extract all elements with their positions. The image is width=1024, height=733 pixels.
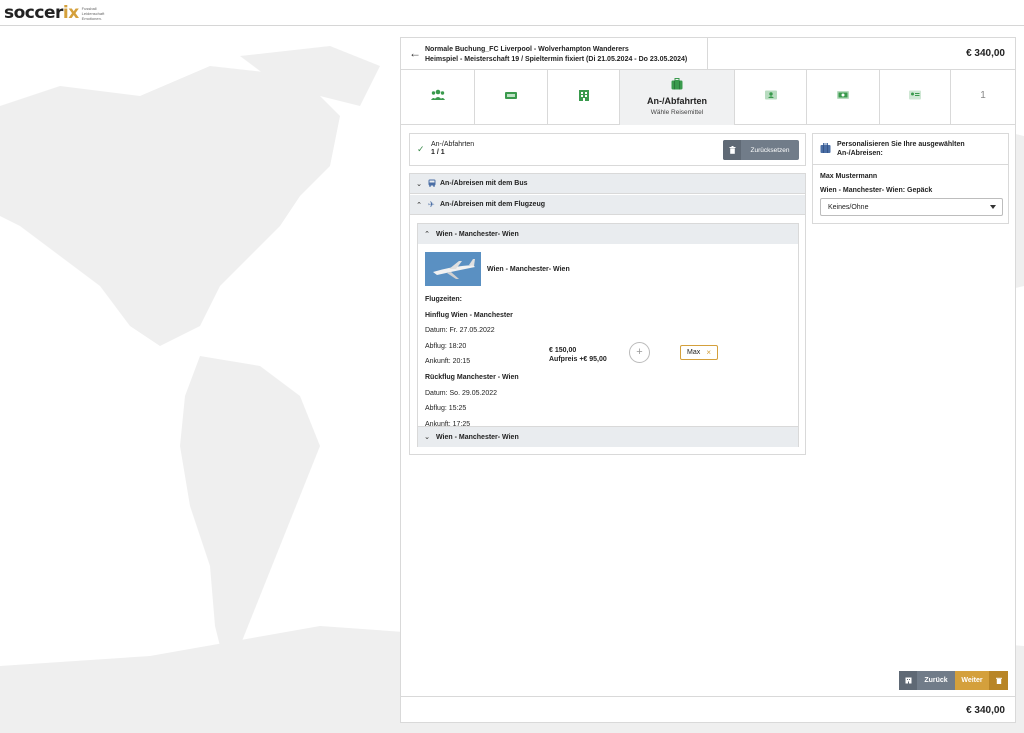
accordion-bus-label: An-/Abreisen mit dem Bus	[440, 180, 528, 187]
logo-tagline: Fussball Leidenschaft Emotionen.	[81, 5, 105, 21]
outbound-date: Datum: Fr. 27.05.2022	[425, 327, 495, 335]
flight-group-header-2-label: Wien - Manchester- Wien	[436, 433, 519, 441]
booking-panel: ← Normale Buchung_FC Liverpool - Wolverh…	[400, 37, 1016, 723]
hotel-icon	[578, 90, 589, 101]
step-personal-data[interactable]	[735, 70, 807, 125]
flight-price-value: € 150,00	[549, 347, 577, 354]
outbound-title: Hinflug Wien - Manchester	[425, 311, 513, 319]
accordion-bus[interactable]: ⌄ An-/Abreisen mit dem Bus	[410, 174, 805, 194]
personalize-panel: Personalisieren Sie Ihre ausgewählten An…	[812, 133, 1009, 224]
step-travel[interactable]: An-/Abfahrten Wähle Reisemittel	[620, 70, 735, 125]
brand-logo[interactable]: soccerix Fussball Leidenschaft Emotionen…	[4, 3, 104, 23]
accordion-plane-label: An-/Abreisen mit dem Flugzeug	[440, 201, 546, 208]
save-icon-button[interactable]	[899, 671, 917, 690]
booking-title-line1: Normale Buchung_FC Liverpool - Wolverham…	[425, 46, 629, 53]
luggage-field-label: Wien - Manchester- Wien: Gepäck	[820, 187, 933, 194]
logo-wordmark: soccerix	[4, 3, 79, 23]
reset-button[interactable]: Zurücksetzen	[723, 140, 799, 160]
luggage-icon	[820, 143, 831, 153]
flight-group-header-label: Wien - Manchester- Wien	[436, 230, 519, 238]
plane-icon: ✈	[428, 200, 435, 209]
status-title: An-/Abfahrten	[431, 141, 475, 148]
booking-steps: An-/Abfahrten Wähle Reisemittel 1	[401, 70, 1015, 125]
step-tickets[interactable]	[475, 70, 548, 125]
check-icon: ✓	[417, 144, 425, 154]
flight-group-header[interactable]: ⌃ Wien - Manchester- Wien	[418, 224, 798, 244]
reset-button-label: Zurücksetzen	[750, 146, 790, 154]
step-payment[interactable]	[807, 70, 880, 125]
ticket-icon	[505, 92, 517, 99]
flight-surcharge: Aufpreis +€ 95,00	[549, 356, 607, 363]
footer-total-price: € 340,00	[966, 705, 1005, 716]
booking-header: ← Normale Buchung_FC Liverpool - Wolverh…	[401, 38, 1015, 70]
luggage-select-value: Keines/Ohne	[828, 203, 869, 211]
chevron-up-icon: ⌃	[416, 201, 422, 209]
flight-details: Flugzeiten: Hinflug Wien - Manchester Da…	[425, 292, 519, 432]
step-summary[interactable]	[880, 70, 951, 125]
flight-name: Wien - Manchester- Wien	[487, 266, 570, 273]
navigation-buttons: Zurück Weiter	[899, 671, 1008, 690]
step-travel-label: An-/Abfahrten	[647, 96, 707, 106]
person-card-icon	[764, 90, 777, 100]
airplane-image	[425, 252, 481, 286]
step-info[interactable]: 1	[951, 70, 1015, 125]
step-travel-sublabel: Wähle Reisemittel	[650, 109, 704, 116]
travel-options-list: ⌄ An-/Abreisen mit dem Bus ⌃ ✈ An-/Abrei…	[409, 173, 806, 455]
participant-tag-name: Max	[687, 349, 701, 356]
step-hotel[interactable]	[548, 70, 620, 125]
status-count: 1 / 1	[431, 149, 445, 156]
caret-down-icon	[990, 205, 996, 209]
luggage-icon	[671, 78, 683, 90]
return-title: Rückflug Manchester - Wien	[425, 373, 519, 381]
personalize-header: Personalisieren Sie Ihre ausgewählten An…	[813, 134, 1008, 165]
flight-times-label: Flugzeiten:	[425, 296, 462, 303]
delete-button[interactable]	[989, 671, 1008, 690]
people-icon	[430, 89, 445, 100]
flight-price: € 150,00 Aufpreis +€ 95,00	[549, 346, 607, 364]
info-step-label: 1	[980, 90, 986, 101]
outbound-arrival: Ankunft: 20:15	[425, 358, 471, 366]
building-icon	[905, 677, 911, 684]
header-divider	[707, 38, 708, 70]
personalize-title: Personalisieren Sie Ihre ausgewählten An…	[837, 141, 965, 157]
chevron-down-icon: ⌄	[424, 434, 430, 441]
step-participants[interactable]	[401, 70, 475, 125]
participant-tag: Max ×	[680, 345, 718, 360]
add-participant-button[interactable]: +	[629, 342, 650, 363]
booking-footer: € 340,00	[401, 696, 1015, 722]
return-departure: Abflug: 15:25	[425, 405, 467, 413]
flight-group: ⌃ Wien - Manchester- Wien Wien - Manches…	[417, 223, 799, 447]
person-name: Max Mustermann	[820, 173, 878, 180]
outbound-departure: Abflug: 18:20	[425, 342, 467, 350]
return-date: Datum: So. 29.05.2022	[425, 389, 497, 397]
money-icon	[837, 91, 849, 99]
accordion-plane[interactable]: ⌃ ✈ An-/Abreisen mit dem Flugzeug	[410, 195, 805, 215]
header-total-price: € 340,00	[966, 48, 1005, 59]
luggage-select[interactable]: Keines/Ohne	[820, 198, 1003, 216]
booking-title: Normale Buchung_FC Liverpool - Wolverham…	[425, 45, 687, 65]
back-arrow-icon[interactable]: ←	[409, 46, 421, 60]
close-icon[interactable]: ×	[706, 348, 711, 357]
next-button[interactable]: Weiter	[955, 671, 989, 690]
chevron-up-icon: ⌃	[424, 231, 430, 238]
id-card-icon	[909, 90, 921, 100]
flight-group-header-2[interactable]: ⌄ Wien - Manchester- Wien	[418, 426, 798, 447]
back-button[interactable]: Zurück	[917, 671, 955, 690]
bus-icon	[428, 179, 440, 189]
booking-title-line2: Heimspiel - Meisterschaft 19 / Spielterm…	[425, 56, 688, 63]
top-bar: soccerix Fussball Leidenschaft Emotionen…	[0, 0, 1024, 26]
trash-icon	[723, 140, 741, 160]
chevron-down-icon: ⌄	[416, 180, 422, 188]
travel-status-box: ✓ An-/Abfahrten 1 / 1 Zurücksetzen	[409, 133, 806, 166]
trash-icon	[995, 677, 1002, 684]
